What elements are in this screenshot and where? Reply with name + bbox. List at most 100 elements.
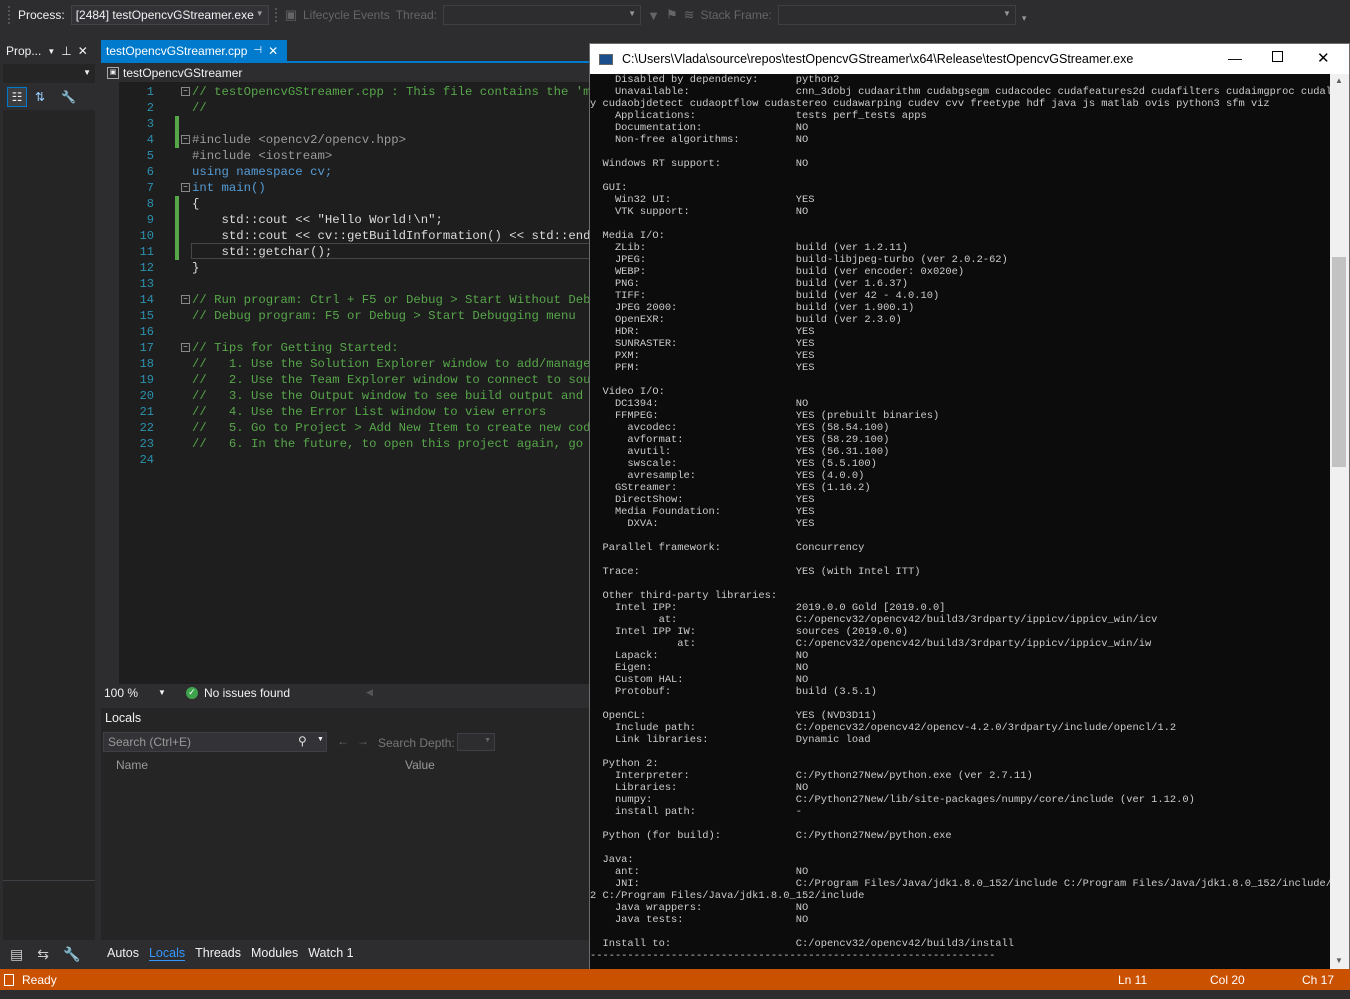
code-line[interactable]: } xyxy=(192,260,199,276)
console-line: ZLib: build (ver 1.2.11) xyxy=(590,242,909,254)
process-dropdown[interactable]: [2484] testOpencvGStreamer.exe ▼ xyxy=(70,5,269,25)
chevron-down-icon: ▼ xyxy=(255,9,264,18)
column-header-value[interactable]: Value xyxy=(405,758,435,772)
console-line: JPEG 2000: build (ver 1.900.1) xyxy=(590,302,915,314)
debug-tabs: Autos Locals Threads Modules Watch 1 xyxy=(101,942,590,964)
chevron-down-icon[interactable]: ▼ xyxy=(158,688,166,697)
property-pages-icon[interactable]: 🔧 xyxy=(61,90,76,104)
team-explorer-icon[interactable]: ⇆ xyxy=(37,946,49,963)
console-line: Documentation: NO xyxy=(590,122,809,134)
close-icon[interactable]: ✕ xyxy=(1317,49,1330,67)
categorized-icon[interactable]: ☷ xyxy=(7,87,27,107)
properties-icon[interactable]: 🔧 xyxy=(63,946,80,963)
tab-modules[interactable]: Modules xyxy=(251,946,298,960)
thread-dropdown[interactable]: ▼ xyxy=(443,5,642,25)
console-line: Applications: tests perf_tests apps xyxy=(590,110,927,122)
toolbar-grip[interactable] xyxy=(8,6,12,24)
code-line[interactable]: // Run program: Ctrl + F5 or Debug > Sta… xyxy=(192,292,589,308)
tab-autos[interactable]: Autos xyxy=(107,946,139,960)
scroll-down-icon[interactable]: ▼ xyxy=(1335,956,1343,965)
pin-icon[interactable]: ⊥ xyxy=(61,44,71,58)
status-char[interactable]: Ch 17 xyxy=(1302,973,1334,987)
zoom-level[interactable]: 100 % xyxy=(104,686,138,700)
code-line[interactable]: // 5. Go to Project > Add New Item to cr… xyxy=(192,420,589,436)
console-line: Java: xyxy=(590,854,634,866)
properties-panel xyxy=(3,84,95,940)
show-threads-icon[interactable]: ≋ xyxy=(684,7,695,23)
properties-tab[interactable]: Prop... xyxy=(6,44,41,58)
search-depth-label: Search Depth: xyxy=(378,736,455,750)
close-icon[interactable]: ✕ xyxy=(268,44,278,58)
column-header-name[interactable]: Name xyxy=(116,758,148,772)
pin-icon[interactable]: ⊣ xyxy=(253,45,262,56)
locals-search-input[interactable]: Search (Ctrl+E) xyxy=(103,732,327,752)
lifecycle-events-button[interactable]: Lifecycle Events xyxy=(303,8,390,22)
filter-icon[interactable]: ▼ xyxy=(647,8,660,23)
forward-arrow-icon[interactable]: → xyxy=(357,734,369,748)
status-line[interactable]: Ln 11 xyxy=(1118,973,1147,987)
console-line: VTK support: NO xyxy=(590,206,809,218)
fold-toggle-icon[interactable]: − xyxy=(181,183,190,192)
code-line[interactable]: #include <iostream> xyxy=(192,148,332,164)
lifecycle-events-icon[interactable]: ▣ xyxy=(285,7,297,23)
scroll-up-icon[interactable]: ▲ xyxy=(1335,76,1343,85)
console-scrollbar[interactable]: ▲ ▼ xyxy=(1330,74,1349,969)
console-line: Python (for build): C:/Python27New/pytho… xyxy=(590,830,952,842)
console-line: swscale: YES (5.5.100) xyxy=(590,458,877,470)
code-line[interactable]: #include <opencv2/opencv.hpp> xyxy=(192,132,406,148)
flag-threads-icon[interactable]: ⚑ xyxy=(666,7,678,23)
status-bar: Ready Ln 11 Col 20 Ch 17 xyxy=(0,969,1350,990)
alphabetical-icon[interactable]: ⇅ xyxy=(35,90,45,104)
chevron-down-icon[interactable]: ▼ xyxy=(317,736,324,743)
fold-toggle-icon[interactable]: − xyxy=(181,295,190,304)
search-depth-combo[interactable]: ▼ xyxy=(457,733,495,751)
scrollbar-thumb[interactable] xyxy=(1332,257,1346,467)
code-line[interactable]: { xyxy=(192,196,199,212)
fold-toggle-icon[interactable]: − xyxy=(181,135,190,144)
tab-watch-1[interactable]: Watch 1 xyxy=(308,946,353,960)
line-number: 10 xyxy=(139,229,154,243)
code-line[interactable]: std::cout << cv::getBuildInformation() <… xyxy=(192,228,589,244)
chevron-down-icon[interactable]: ▼ xyxy=(47,47,55,56)
tab-locals[interactable]: Locals xyxy=(148,946,186,961)
scroll-left-icon[interactable]: ◀ xyxy=(366,687,373,698)
search-icon[interactable]: ⚲ xyxy=(298,734,307,748)
minimize-icon[interactable]: — xyxy=(1228,50,1242,66)
console-icon xyxy=(599,53,613,65)
fold-toggle-icon[interactable]: − xyxy=(181,343,190,352)
code-line[interactable]: // 2. Use the Team Explorer window to co… xyxy=(192,372,589,388)
code-line[interactable]: std::cout << "Hello World!\n"; xyxy=(192,212,443,228)
navigation-bar[interactable]: ▣ testOpencvGStreamer xyxy=(101,63,590,82)
code-line[interactable]: // xyxy=(192,100,207,116)
properties-object-combo[interactable]: ▼ xyxy=(3,64,95,83)
toolbar-overflow-icon[interactable]: ▾ xyxy=(1022,13,1027,24)
solution-explorer-icon[interactable]: ▤ xyxy=(10,946,23,963)
console-line: Parallel framework: Concurrency xyxy=(590,542,865,554)
line-number: 16 xyxy=(139,325,154,339)
status-column[interactable]: Col 20 xyxy=(1210,973,1245,987)
fold-toggle-icon[interactable]: − xyxy=(181,87,190,96)
code-line[interactable]: // 4. Use the Error List window to view … xyxy=(192,404,546,420)
code-line[interactable]: using namespace cv; xyxy=(192,164,332,180)
code-line[interactable]: int main() xyxy=(192,180,266,196)
console-line: Non-free algorithms: NO xyxy=(590,134,809,146)
issues-indicator[interactable]: No issues found xyxy=(204,686,290,700)
console-line: Trace: YES (with Intel ITT) xyxy=(590,566,921,578)
console-line: at: C:/opencv32/opencv42/build3/3rdparty… xyxy=(590,614,1158,626)
tab-threads[interactable]: Threads xyxy=(195,946,241,960)
code-line[interactable]: // 3. Use the Output window to see build… xyxy=(192,388,589,404)
code-line[interactable]: // Debug program: F5 or Debug > Start De… xyxy=(192,308,576,324)
maximize-icon[interactable] xyxy=(1272,51,1283,62)
console-output[interactable]: Disabled by dependency: python2 Unavaila… xyxy=(590,74,1330,969)
code-editor[interactable]: 1−// testOpencvGStreamer.cpp : This file… xyxy=(119,82,589,684)
close-icon[interactable]: ✕ xyxy=(78,44,88,58)
tab-testopencvgstreamer-cpp[interactable]: testOpencvGStreamer.cpp ⊣ ✕ xyxy=(101,40,287,61)
stack-frame-dropdown[interactable]: ▼ xyxy=(777,5,1016,25)
code-line[interactable]: // 6. In the future, to open this projec… xyxy=(192,436,589,452)
code-line[interactable]: // Tips for Getting Started: xyxy=(192,340,399,356)
console-line: JPEG: build-libjpeg-turbo (ver 2.0.2-62) xyxy=(590,254,1008,266)
code-line[interactable]: // testOpencvGStreamer.cpp : This file c… xyxy=(192,84,589,100)
code-line[interactable]: // 1. Use the Solution Explorer window t… xyxy=(192,356,589,372)
back-arrow-icon[interactable]: ← xyxy=(337,734,349,748)
project-scope-combo[interactable]: testOpencvGStreamer xyxy=(123,66,242,80)
